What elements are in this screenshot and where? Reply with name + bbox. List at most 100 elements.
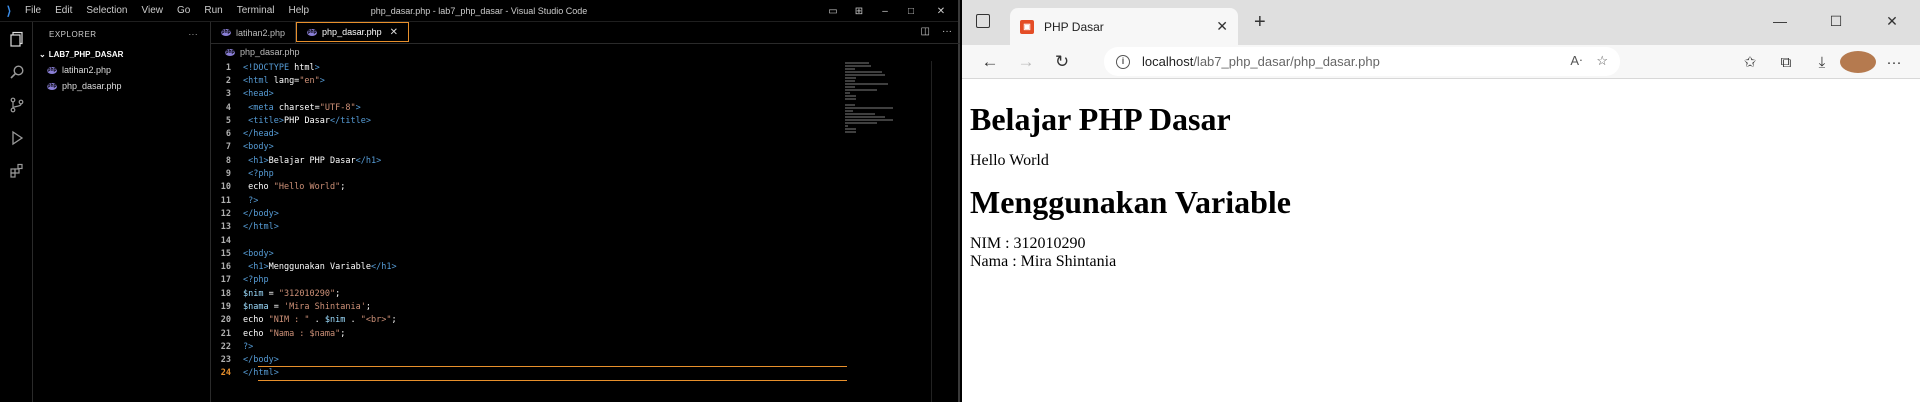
collections-icon[interactable]: ⧉ <box>1768 54 1804 71</box>
more-actions-icon[interactable]: ··· <box>942 26 952 37</box>
close-button[interactable]: ✕ <box>1864 0 1920 45</box>
code-line[interactable]: 19 $nama = 'Mira Shintania'; <box>211 300 841 313</box>
customize-layout-icon[interactable]: ⊞ <box>846 6 872 17</box>
search-icon[interactable] <box>0 55 33 88</box>
minimize-button[interactable]: – <box>872 6 898 17</box>
favorites-icon[interactable]: ✩ <box>1732 53 1768 71</box>
tab-actions-icon[interactable] <box>976 14 990 28</box>
favicon-icon: ▣ <box>1020 19 1034 34</box>
read-aloud-icon[interactable]: Aᐧ <box>1570 53 1582 69</box>
code-line[interactable]: 1 <!DOCTYPE html> <box>211 61 841 74</box>
code-line[interactable]: 18 $nim = "312010290"; <box>211 287 841 300</box>
menu-help[interactable]: Help <box>282 5 317 16</box>
code-line[interactable]: 13 </html> <box>211 221 841 234</box>
explorer-icon[interactable] <box>0 22 33 55</box>
code-line[interactable]: 6 </head> <box>211 127 841 140</box>
more-actions-icon[interactable]: ··· <box>189 30 199 39</box>
url-path: /lab7_php_dasar/php_dasar.php <box>1193 54 1380 69</box>
downloads-icon[interactable]: ⤓ <box>1804 54 1840 71</box>
minimize-button[interactable]: — <box>1752 0 1808 45</box>
code-editor[interactable]: 1 <!DOCTYPE html> 2 <html lang="en"> 3 <head>… <box>211 61 847 382</box>
new-tab-button[interactable]: + <box>1254 11 1266 34</box>
editor-tabs: php latihan2.php php php_dasar.php ✕ ◫ ··· <box>211 22 960 44</box>
file-latihan2[interactable]: php latihan2.php <box>33 62 210 78</box>
menu-run[interactable]: Run <box>197 5 229 16</box>
extensions-icon[interactable] <box>0 154 33 187</box>
line-number: 12 <box>220 208 231 219</box>
code-text: <meta charset="UTF-8"> <box>248 102 361 113</box>
browser-tab[interactable]: ▣ PHP Dasar ✕ <box>1010 8 1238 45</box>
code-line[interactable]: 9 <?php <box>211 167 841 180</box>
menu-go[interactable]: Go <box>170 5 197 16</box>
close-button[interactable]: ✕ <box>924 6 958 17</box>
code-line[interactable]: 17 <?php <box>211 274 841 287</box>
code-line[interactable]: 11 ?> <box>211 194 841 207</box>
line-number: 16 <box>220 262 231 273</box>
page-heading-2: Menggunakan Variable <box>970 184 1291 220</box>
code-line[interactable]: 24 </html> <box>211 365 847 382</box>
split-editor-icon[interactable]: ◫ <box>921 26 930 37</box>
line-number: 6 <box>225 129 231 140</box>
tab-latihan2[interactable]: php latihan2.php <box>211 22 297 43</box>
line-number: 23 <box>220 355 231 366</box>
code-line[interactable]: 8 <h1>Belajar PHP Dasar</h1> <box>211 154 841 167</box>
menu-selection[interactable]: Selection <box>79 5 134 16</box>
close-tab-icon[interactable]: ✕ <box>390 27 398 38</box>
menu-view[interactable]: View <box>135 5 171 16</box>
tab-php-dasar[interactable]: php php_dasar.php ✕ <box>296 22 409 42</box>
minimap-line <box>845 122 877 124</box>
profile-avatar[interactable] <box>1840 51 1876 73</box>
code-line[interactable]: 20 echo "NIM : " . $nim . "<br>"; <box>211 314 841 327</box>
breadcrumb[interactable]: php php_dasar.php <box>211 44 960 60</box>
menu-file[interactable]: File <box>18 5 48 16</box>
site-info-icon[interactable]: i <box>1116 54 1130 69</box>
code-line[interactable]: 21 echo "Nama : $nama"; <box>211 327 841 340</box>
line-number: 1 <box>225 62 231 73</box>
minimap-line <box>845 89 877 91</box>
minimap-line <box>845 116 885 118</box>
close-tab-icon[interactable]: ✕ <box>1216 18 1228 35</box>
maximize-button[interactable]: ☐ <box>1808 0 1864 45</box>
browser-window: ▣ PHP Dasar ✕ + — ☐ ✕ ← → ↻ i localhost /… <box>962 0 1920 402</box>
minimap[interactable] <box>845 62 931 133</box>
code-text: </body> <box>243 355 279 366</box>
address-bar[interactable]: i localhost/lab7_php_dasar/php_dasar.php… <box>1104 47 1620 76</box>
code-line[interactable]: 12 </body> <box>211 207 841 220</box>
settings-more-icon[interactable]: ··· <box>1876 54 1912 71</box>
file-php-dasar[interactable]: php php_dasar.php <box>33 78 210 94</box>
run-debug-icon[interactable] <box>0 121 33 154</box>
code-line[interactable]: 15 <body> <box>211 247 841 260</box>
code-line[interactable]: 5 <title>PHP Dasar</title> <box>211 114 841 127</box>
line-number: 2 <box>225 75 231 86</box>
code-line[interactable]: 14 <box>211 234 841 247</box>
line-number: 19 <box>220 301 231 312</box>
minimap-line <box>845 113 876 115</box>
maximize-button[interactable]: □ <box>898 6 924 17</box>
folder-root[interactable]: ⌄ LAB7_PHP_DASAR <box>33 46 210 62</box>
back-button[interactable]: ← <box>972 52 1008 72</box>
url-host: localhost <box>1142 54 1194 69</box>
code-text: </body> <box>243 208 279 219</box>
vscode-logo-icon: ⟩ <box>6 3 12 18</box>
refresh-button[interactable]: ↻ <box>1044 52 1080 72</box>
php-file-icon: php <box>47 82 57 90</box>
code-line[interactable]: 16 <h1>Menggunakan Variable</h1> <box>211 260 841 273</box>
add-favorite-icon[interactable]: ☆ <box>1596 53 1608 69</box>
menu-terminal[interactable]: Terminal <box>230 5 282 16</box>
code-line[interactable]: 22 ?> <box>211 340 841 353</box>
code-line[interactable]: 7 <body> <box>211 141 841 154</box>
code-line[interactable]: 23 </body> <box>211 354 841 367</box>
code-line[interactable]: 4 <meta charset="UTF-8"> <box>211 101 841 114</box>
code-line[interactable]: 2 <html lang="en"> <box>211 74 841 87</box>
code-line[interactable]: 3 <head> <box>211 88 841 101</box>
source-control-icon[interactable] <box>0 88 33 121</box>
code-text: <!DOCTYPE html> <box>243 62 320 73</box>
nim-text: NIM : 312010290 <box>970 235 1086 252</box>
layout-toggle-icon[interactable]: ▭ <box>820 6 846 17</box>
line-number: 5 <box>225 115 231 126</box>
editor-scrollbar[interactable] <box>931 61 941 402</box>
activity-bar <box>0 22 33 402</box>
code-line[interactable]: 10 echo "Hello World"; <box>211 181 841 194</box>
menu-edit[interactable]: Edit <box>48 5 79 16</box>
forward-button[interactable]: → <box>1008 52 1044 72</box>
